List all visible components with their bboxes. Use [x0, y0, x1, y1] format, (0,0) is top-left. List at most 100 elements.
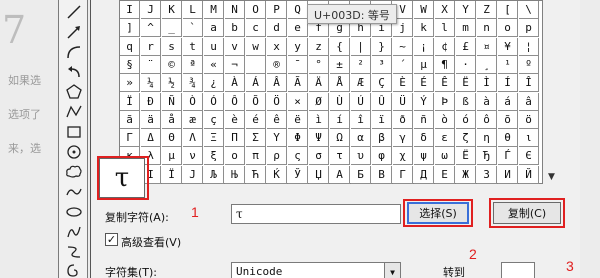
char-cell[interactable]: Е: [435, 165, 455, 184]
char-cell[interactable]: ë: [288, 110, 308, 129]
char-cell[interactable]: á: [498, 92, 518, 111]
char-cell[interactable]: ¡: [414, 37, 434, 56]
char-cell[interactable]: d: [267, 19, 287, 38]
char-cell[interactable]: ¥: [498, 37, 518, 56]
ellipse-icon[interactable]: [64, 202, 84, 222]
arrow-tool-icon[interactable]: [64, 22, 84, 42]
char-cell[interactable]: Γ: [120, 129, 140, 148]
char-cell[interactable]: u: [204, 37, 224, 56]
char-cell[interactable]: Â: [267, 74, 287, 93]
char-cell[interactable]: Џ: [309, 165, 329, 184]
char-cell[interactable]: v: [225, 37, 245, 56]
char-cell[interactable]: Ü: [393, 92, 413, 111]
char-cell[interactable]: З: [477, 165, 497, 184]
char-cell[interactable]: ε: [435, 129, 455, 148]
char-cell[interactable]: Ô: [225, 92, 245, 111]
char-cell[interactable]: Ñ: [162, 92, 182, 111]
char-cell[interactable]: ð: [393, 110, 413, 129]
char-cell[interactable]: ι: [519, 129, 539, 148]
char-cell[interactable]: ¾: [183, 74, 203, 93]
char-cell[interactable]: Б: [351, 165, 371, 184]
char-cell[interactable]: K: [162, 1, 182, 19]
char-cell[interactable]: é: [246, 110, 266, 129]
select-button[interactable]: 选择(S): [407, 202, 469, 224]
char-cell[interactable]: z: [309, 37, 329, 56]
char-cell[interactable]: Ω: [330, 129, 350, 148]
char-cell[interactable]: ¿: [204, 74, 224, 93]
char-cell[interactable]: P: [267, 1, 287, 19]
char-cell[interactable]: J: [141, 1, 161, 19]
char-cell[interactable]: e: [288, 19, 308, 38]
char-cell[interactable]: ®: [267, 55, 287, 74]
char-cell[interactable]: m: [456, 19, 476, 38]
char-cell[interactable]: ]: [120, 19, 140, 38]
char-cell[interactable]: °: [309, 55, 329, 74]
char-cell[interactable]: º: [519, 55, 539, 74]
char-cell[interactable]: А: [330, 165, 350, 184]
char-cell[interactable]: ο: [225, 147, 245, 166]
char-cell[interactable]: Й: [519, 165, 539, 184]
char-cell[interactable]: ½: [162, 74, 182, 93]
char-cell[interactable]: à: [477, 92, 497, 111]
rectangle-icon[interactable]: [64, 122, 84, 142]
char-cell[interactable]: }: [372, 37, 392, 56]
char-cell[interactable]: _: [162, 19, 182, 38]
char-cell[interactable]: ¹: [498, 55, 518, 74]
char-cell[interactable]: σ: [309, 147, 329, 166]
char-cell[interactable]: Ё: [456, 147, 476, 166]
undo-arrow-icon[interactable]: [64, 62, 84, 82]
char-cell[interactable]: ¸: [477, 55, 497, 74]
char-cell[interactable]: ~: [393, 37, 413, 56]
wave-icon[interactable]: [64, 182, 84, 202]
char-cell[interactable]: ñ: [414, 110, 434, 129]
char-cell[interactable]: |: [351, 37, 371, 56]
char-cell[interactable]: Ђ: [477, 147, 497, 166]
char-cell[interactable]: «: [204, 55, 224, 74]
char-cell[interactable]: y: [288, 37, 308, 56]
char-cell[interactable]: ò: [435, 110, 455, 129]
char-cell[interactable]: n: [477, 19, 497, 38]
char-cell[interactable]: π: [246, 147, 266, 166]
char-cell[interactable]: `: [183, 19, 203, 38]
char-cell[interactable]: ξ: [204, 147, 224, 166]
copy-chars-input[interactable]: τ: [231, 204, 401, 224]
char-cell[interactable]: q: [120, 37, 140, 56]
char-cell[interactable]: Ї: [162, 165, 182, 184]
char-cell[interactable]: Î: [519, 74, 539, 93]
char-cell[interactable]: b: [225, 19, 245, 38]
char-cell[interactable]: Y: [456, 1, 476, 19]
cloud-icon[interactable]: [64, 162, 84, 182]
char-cell[interactable]: Ѓ: [498, 147, 518, 166]
char-cell[interactable]: Z: [477, 1, 497, 19]
char-cell[interactable]: ±: [330, 55, 350, 74]
advanced-view-checkbox[interactable]: ✓: [105, 233, 118, 246]
char-cell[interactable]: Æ: [351, 74, 371, 93]
char-cell[interactable]: o: [498, 19, 518, 38]
char-cell[interactable]: \: [519, 1, 539, 19]
char-cell[interactable]: k: [414, 19, 434, 38]
char-cell[interactable]: В: [372, 165, 392, 184]
curve-tool-icon[interactable]: [64, 42, 84, 62]
char-cell[interactable]: χ: [393, 147, 413, 166]
char-cell[interactable]: α: [351, 129, 371, 148]
char-cell[interactable]: ²: [351, 55, 371, 74]
char-cell[interactable]: ê: [267, 110, 287, 129]
char-cell[interactable]: ß: [456, 92, 476, 111]
char-cell[interactable]: β: [372, 129, 392, 148]
copy-button[interactable]: 复制(C): [493, 202, 561, 224]
char-cell[interactable]: Ò: [183, 92, 203, 111]
char-cell[interactable]: Ï: [120, 92, 140, 111]
char-cell[interactable]: ­: [246, 55, 266, 74]
char-cell[interactable]: ô: [477, 110, 497, 129]
char-cell[interactable]: N: [225, 1, 245, 19]
char-cell[interactable]: Þ: [435, 92, 455, 111]
char-cell[interactable]: Ø: [309, 92, 329, 111]
char-cell[interactable]: ì: [309, 110, 329, 129]
char-cell[interactable]: Њ: [225, 165, 245, 184]
char-cell[interactable]: Ј: [183, 165, 203, 184]
char-cell[interactable]: ¢: [435, 37, 455, 56]
char-cell[interactable]: õ: [498, 110, 518, 129]
char-cell[interactable]: δ: [414, 129, 434, 148]
char-cell[interactable]: ¤: [477, 37, 497, 56]
chevron-down-icon[interactable]: ▼: [384, 263, 400, 278]
